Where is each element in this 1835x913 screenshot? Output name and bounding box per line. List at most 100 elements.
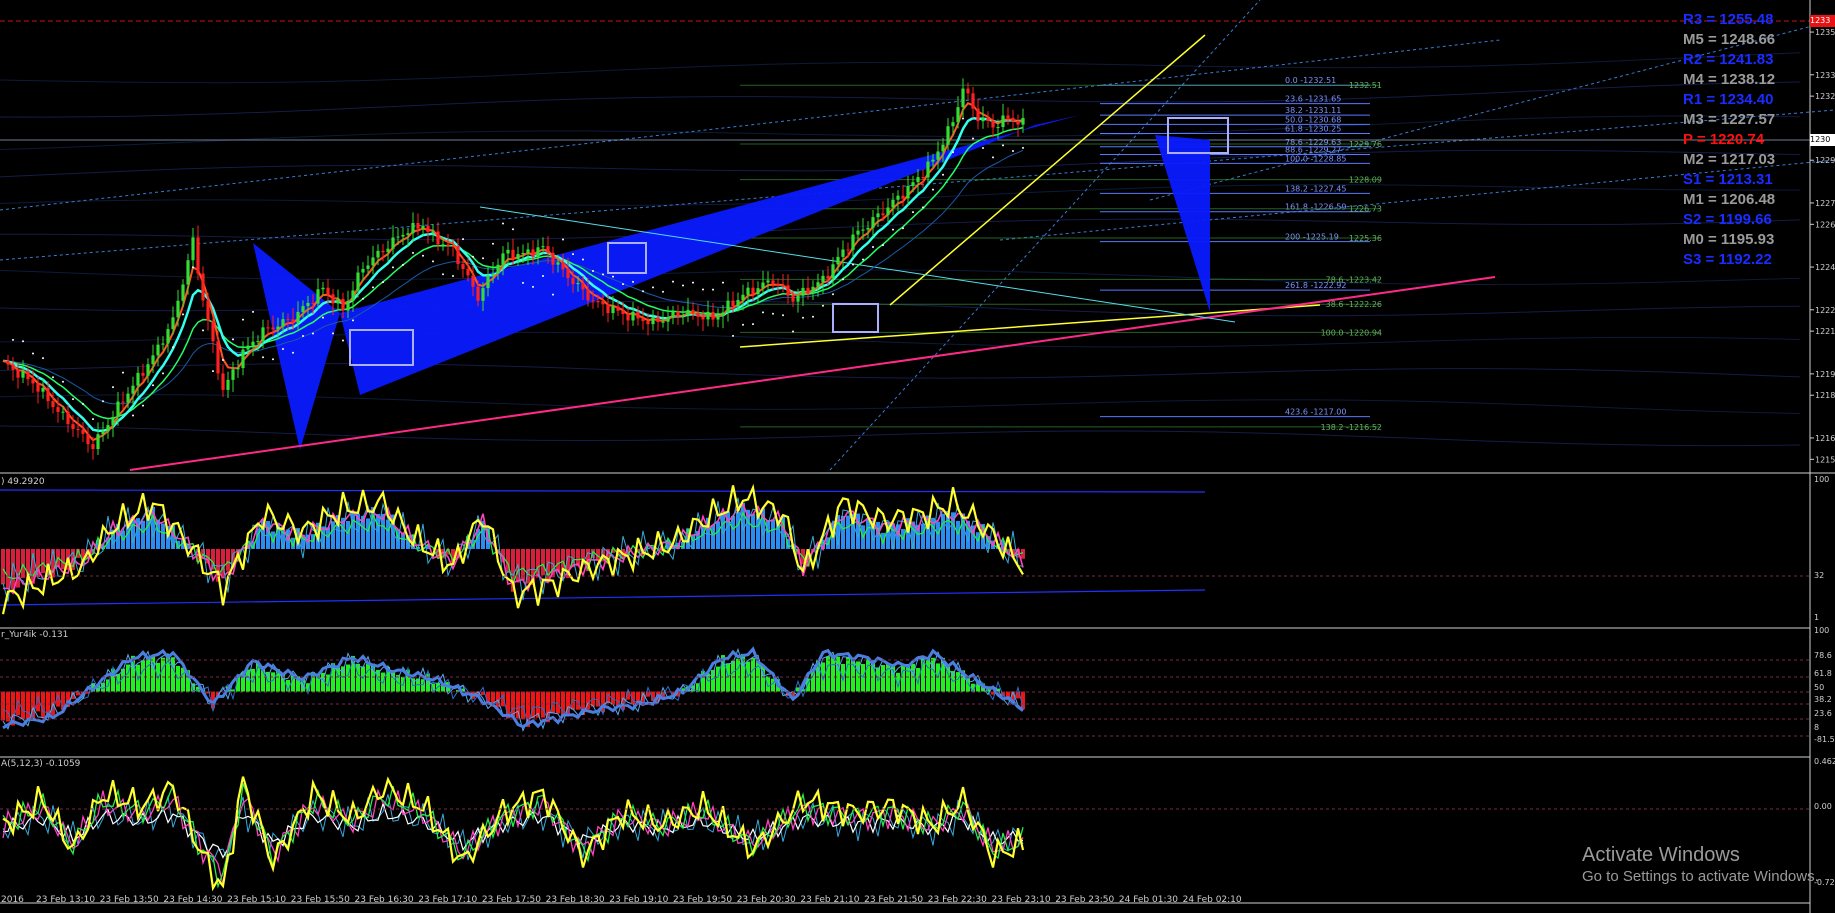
histogram-bar — [326, 527, 330, 549]
trend-channel-line — [0, 39, 1501, 211]
osc-tick-label: 100 — [1814, 475, 1829, 484]
candle-body — [51, 401, 55, 408]
sar-dot — [82, 402, 84, 405]
candle-body — [436, 231, 440, 245]
histogram-bar — [336, 667, 340, 692]
candle-body — [791, 295, 795, 302]
activation-subtitle: Go to Settings to activate Windows. — [1582, 868, 1819, 885]
candle-body — [686, 309, 690, 316]
candle-body — [41, 388, 45, 392]
sar-dot — [802, 316, 804, 319]
histogram-bar — [736, 512, 740, 549]
rsi-indicator[interactable] — [0, 472, 1810, 615]
candle-body — [451, 245, 455, 247]
candle-body — [16, 369, 20, 378]
sar-dot — [112, 386, 114, 389]
candle-body — [641, 318, 645, 322]
y-tick-label: 1226 — [1815, 220, 1835, 229]
candle-body — [716, 315, 720, 320]
y-tick-label: 1215 — [1815, 455, 1835, 464]
sar-dot — [442, 273, 444, 276]
stochastic-indicator[interactable] — [0, 627, 1810, 737]
x-tick-label: 23 Feb 23:50 — [1055, 895, 1114, 905]
histogram-bar — [766, 676, 770, 692]
candle-body — [911, 182, 915, 187]
harmonic-wedge — [253, 243, 340, 450]
candle-body — [6, 360, 10, 365]
candle-body — [761, 282, 765, 289]
candle-body — [206, 300, 210, 321]
sar-dot — [412, 251, 414, 254]
candle-body — [256, 341, 260, 343]
candle-body — [556, 262, 560, 265]
y-tick-label: 1227 — [1815, 199, 1835, 208]
candle-body — [531, 249, 535, 257]
candle-body — [181, 284, 185, 301]
candle-body — [881, 213, 885, 216]
candle-body — [771, 280, 775, 284]
candle-body — [121, 401, 125, 403]
candle-body — [536, 247, 540, 257]
candle-body — [351, 290, 355, 301]
histogram-bar — [731, 660, 735, 692]
sar-dot — [532, 285, 534, 288]
candle-body — [406, 233, 410, 235]
x-tick-label: 23 Feb 19:50 — [673, 895, 732, 905]
candle-body — [341, 298, 345, 311]
sar-dot — [832, 293, 834, 296]
candle-body — [846, 249, 850, 251]
macd-indicator[interactable] — [0, 756, 1810, 892]
sar-dot — [32, 352, 34, 355]
fib-level-label-2: 38.6 -1222.26 — [1326, 300, 1382, 309]
candle-body — [426, 225, 430, 232]
sar-dot — [142, 404, 144, 407]
candle-body — [741, 294, 745, 300]
sar-dot — [942, 173, 944, 176]
candle-body — [906, 186, 910, 199]
sar-dot — [92, 418, 94, 421]
histogram-bar — [556, 691, 560, 714]
fib-level-label-2: 1226.73 — [1349, 205, 1382, 214]
candle-body — [646, 321, 650, 325]
candle-body — [391, 237, 395, 249]
histogram-bar — [146, 657, 150, 692]
sar-dot — [992, 156, 994, 159]
x-tick-label: 23 Feb 21:50 — [864, 895, 923, 905]
candle-body — [571, 278, 575, 285]
y-tick-label: 1229 — [1815, 156, 1835, 165]
pivot-label: M4 = 1238.12 — [1683, 71, 1776, 88]
candle-body — [681, 315, 685, 317]
candle-body — [626, 313, 630, 321]
histogram-bar — [751, 657, 755, 692]
histogram-bar — [531, 691, 535, 719]
fib-level-label-2: 1229.76 — [1349, 140, 1382, 149]
sar-dot — [552, 293, 554, 296]
candle-body — [631, 311, 635, 321]
y-tick-label: 1216 — [1815, 434, 1835, 443]
pivot-label: M2 = 1217.03 — [1683, 151, 1776, 168]
sar-dot — [912, 211, 914, 214]
candle-body — [801, 287, 805, 296]
candle-body — [506, 249, 510, 254]
histogram-bar — [751, 513, 755, 549]
histogram-bar — [346, 664, 350, 692]
candle-body — [511, 249, 515, 260]
histogram-bar — [356, 663, 360, 692]
candle-body — [456, 246, 460, 265]
sar-dot — [622, 283, 624, 286]
rising-trendline — [889, 34, 1206, 306]
x-tick-label: 24 Feb 02:10 — [1183, 895, 1242, 905]
candle-body — [431, 231, 435, 233]
candle-body — [781, 285, 785, 287]
candle-body — [826, 275, 830, 279]
histogram-bar — [716, 521, 720, 549]
candle-body — [376, 250, 380, 258]
sar-dot — [732, 334, 734, 337]
price-chart[interactable]: 0.0 -1232.51 23.6 -1231.65 38.2 -1231.1150… — [0, 0, 1835, 471]
histogram-bar — [1, 691, 5, 721]
x-tick-label: 23 Feb 17:50 — [482, 895, 541, 905]
candle-body — [291, 319, 295, 323]
candle-body — [676, 311, 680, 316]
sar-dot — [1012, 150, 1014, 153]
sar-dot — [482, 257, 484, 260]
